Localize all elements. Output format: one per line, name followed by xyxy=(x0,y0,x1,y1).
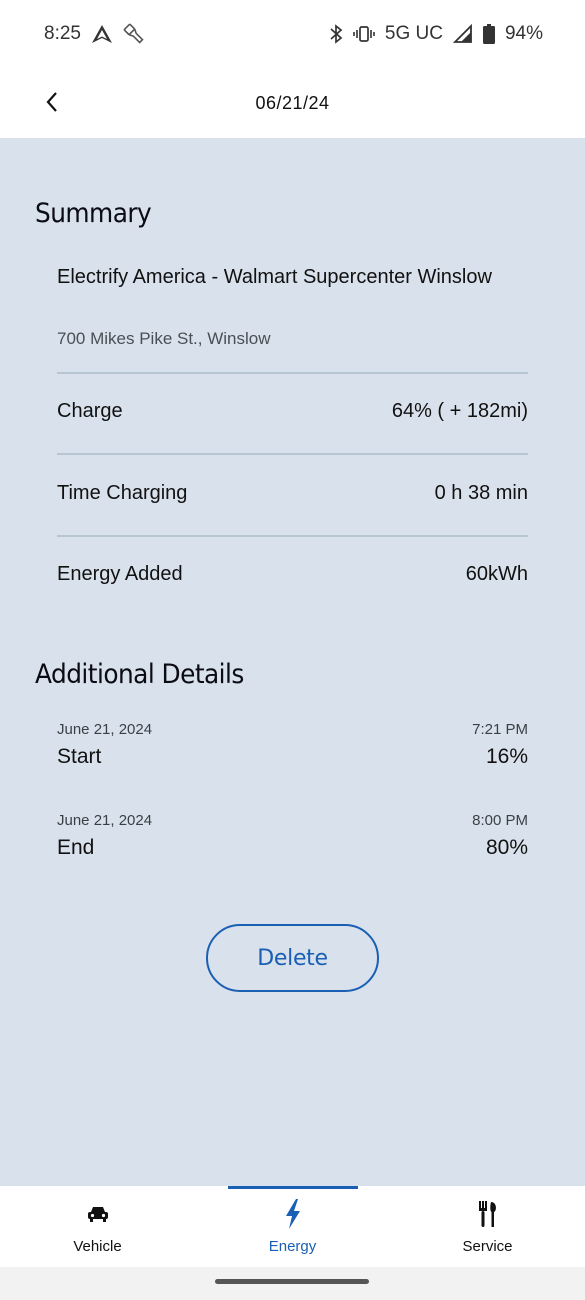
lightning-icon xyxy=(285,1198,301,1230)
row-value: 60kWh xyxy=(465,563,528,585)
end-label: End xyxy=(57,836,95,859)
station-name: Electrify America - Walmart Supercenter … xyxy=(57,266,492,288)
nav-energy[interactable]: Energy xyxy=(195,1186,390,1267)
start-time: 7:21 PM xyxy=(472,721,528,738)
end-time: 8:00 PM xyxy=(472,812,528,829)
row-label: Energy Added xyxy=(57,563,183,585)
end-value: 80% xyxy=(485,836,528,859)
summary-row-time-charging: Time Charging 0 h 38 min xyxy=(57,482,528,505)
divider xyxy=(57,372,528,374)
end-meta: June 21, 2024 8:00 PM xyxy=(57,812,528,829)
start-label: Start xyxy=(57,745,102,768)
nav-label-service: Service xyxy=(462,1238,513,1255)
page-title: 06/21/24 xyxy=(255,92,330,113)
nav-label-energy: Energy xyxy=(268,1238,317,1255)
additional-details-heading: Additional Details xyxy=(35,659,244,690)
network-type: 5G UC xyxy=(384,23,443,44)
nav-service[interactable]: Service xyxy=(390,1186,585,1267)
delete-button[interactable]: Delete xyxy=(206,924,379,992)
flashlight-icon xyxy=(123,23,145,45)
divider xyxy=(57,453,528,455)
status-time: 8:25 xyxy=(44,23,81,44)
start-meta: June 21, 2024 7:21 PM xyxy=(57,721,528,738)
session-details: Summary Electrify America - Walmart Supe… xyxy=(0,138,585,1186)
car-icon xyxy=(87,1198,109,1230)
back-button[interactable] xyxy=(36,86,68,118)
start-value: 16% xyxy=(485,745,528,768)
tools-icon xyxy=(477,1198,499,1230)
row-label: Time Charging xyxy=(57,482,188,504)
summary-row-charge: Charge 64% ( + 182mi) xyxy=(57,400,528,423)
chevron-left-icon xyxy=(46,92,57,112)
station-address: 700 Mikes Pike St., Winslow xyxy=(57,329,271,348)
vibrate-icon xyxy=(353,24,375,44)
end-date: June 21, 2024 xyxy=(57,812,153,829)
bottom-navigation: Vehicle Energy Service xyxy=(0,1186,585,1267)
row-value: 0 h 38 min xyxy=(434,482,528,504)
top-app-bar: 06/21/24 xyxy=(0,68,585,138)
summary-row-energy-added: Energy Added 60kWh xyxy=(57,563,528,586)
bluetooth-icon xyxy=(329,24,343,44)
summary-heading: Summary xyxy=(35,198,152,229)
nav-vehicle[interactable]: Vehicle xyxy=(0,1186,195,1267)
start-date: June 21, 2024 xyxy=(57,721,153,738)
signal-icon xyxy=(452,24,473,44)
navigation-icon xyxy=(91,24,113,44)
end-row: End 80% xyxy=(57,836,528,860)
battery-icon xyxy=(482,24,495,44)
status-bar: 8:25 5G UC 94% xyxy=(0,0,585,68)
battery-percent: 94% xyxy=(504,23,543,44)
row-label: Charge xyxy=(57,400,123,422)
nav-label-vehicle: Vehicle xyxy=(73,1238,122,1255)
divider xyxy=(57,535,528,537)
start-row: Start 16% xyxy=(57,745,528,769)
gesture-handle[interactable] xyxy=(215,1279,369,1284)
row-value: 64% ( + 182mi) xyxy=(391,400,528,422)
